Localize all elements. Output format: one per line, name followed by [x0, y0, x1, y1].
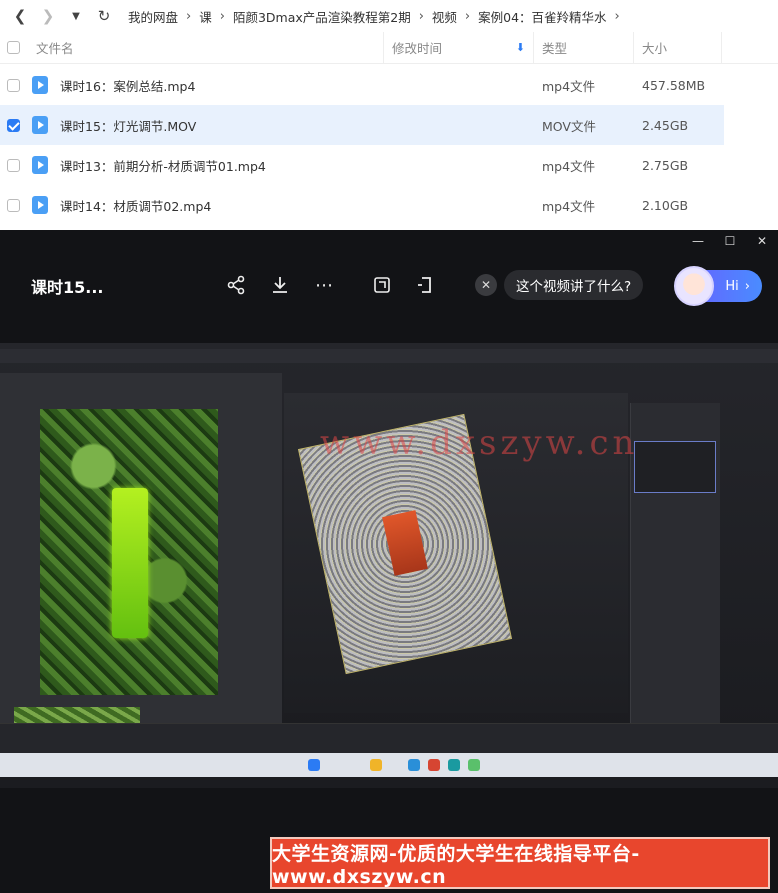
scene-list: [634, 441, 716, 493]
chevron-right-icon[interactable]: ›: [615, 9, 620, 24]
product-bottle: [112, 488, 148, 638]
pip-icon[interactable]: [413, 272, 439, 298]
more-icon[interactable]: ⋯: [311, 272, 337, 298]
sort-down-icon[interactable]: ⬇: [516, 41, 525, 54]
column-label: 大小: [642, 41, 668, 56]
column-header-size[interactable]: 大小: [634, 32, 722, 63]
row-checkbox[interactable]: [7, 78, 20, 92]
column-label: 类型: [542, 41, 568, 56]
row-checkbox[interactable]: [7, 118, 20, 132]
breadcrumb: 我的网盘 › 课 › 陌颜3Dmax产品渲染教程第2期 › 视频 › 案例04：百雀羚精…: [128, 7, 628, 26]
file-name[interactable]: 课时16：案例总结.mp4: [60, 76, 195, 95]
screenshot-icon[interactable]: [369, 272, 395, 298]
file-size: 2.75GB: [642, 157, 689, 173]
file-size: 2.45GB: [642, 117, 689, 133]
table-row[interactable]: 课时13：前期分析-材质调节01.mp4 mp4文件 2.75GB: [0, 145, 724, 185]
breadcrumb-item[interactable]: 课: [199, 7, 212, 26]
file-type: mp4文件: [542, 198, 596, 214]
file-size: 2.10GB: [642, 197, 689, 213]
chevron-right-icon: ›: [464, 8, 471, 24]
player-toolbar: 课时15... ⋯ ✕ 这个视频讲了什么? Hi ›: [0, 260, 778, 310]
breadcrumb-item[interactable]: 陌颜3Dmax产品渲染教程第2期: [233, 7, 411, 26]
app-icon: [448, 759, 460, 771]
hi-label: Hi: [725, 278, 739, 294]
promo-banner: 大学生资源网-优质的大学生在线指导平台-www.dxszyw.cn: [270, 837, 770, 889]
chevron-right-icon: ›: [186, 8, 192, 24]
chevron-right-icon: ›: [418, 8, 424, 24]
ai-ask-prompt[interactable]: 这个视频讲了什么?: [504, 270, 644, 300]
close-ai-icon[interactable]: ✕: [475, 274, 497, 296]
column-header-name[interactable]: 文件名: [0, 32, 384, 63]
back-arrow-icon[interactable]: ❮: [8, 4, 32, 28]
folder-icon: [370, 759, 382, 771]
timeline-bar: [0, 723, 778, 753]
row-checkbox[interactable]: [7, 158, 20, 172]
table-header: 文件名 修改时间 ⬇ 类型 大小: [0, 32, 778, 64]
refresh-icon[interactable]: ↻: [92, 4, 116, 28]
table-row[interactable]: 课时16：案例总结.mp4 mp4文件 457.58MB: [0, 65, 724, 105]
file-type: MOV文件: [542, 118, 596, 134]
chevron-right-icon: ›: [744, 278, 750, 294]
column-header-type[interactable]: 类型: [534, 32, 634, 63]
maximize-icon[interactable]: ☐: [714, 234, 746, 248]
file-name[interactable]: 课时15：灯光调节.MOV: [60, 116, 196, 135]
file-name[interactable]: 课时13：前期分析-材质调节01.mp4: [60, 156, 266, 175]
file-type: mp4文件: [542, 78, 596, 94]
video-file-icon: [32, 116, 48, 134]
table-row[interactable]: 课时14：材质调节02.mp4 mp4文件 2.10GB: [0, 185, 724, 225]
table-row[interactable]: 课时15：灯光调节.MOV MOV文件 2.45GB: [0, 105, 724, 145]
column-label: 文件名: [36, 41, 74, 56]
file-name[interactable]: 课时14：材质调节02.mp4: [60, 196, 211, 215]
watermark-text: www.dxszyw.cn: [320, 423, 639, 463]
windows-icon: [308, 759, 320, 771]
video-title: 课时15...: [31, 278, 104, 297]
download-icon[interactable]: [267, 272, 293, 298]
browser-icon: [408, 759, 420, 771]
breadcrumb-item[interactable]: 视频: [432, 7, 457, 26]
share-icon[interactable]: [223, 272, 249, 298]
nav-bar: ❮ ❯ ▼ ↻ 我的网盘 › 课 › 陌颜3Dmax产品渲染教程第2期 › 视频 › 案…: [0, 0, 778, 32]
row-checkbox[interactable]: [7, 198, 20, 212]
file-size: 457.58MB: [642, 77, 706, 93]
video-content: [0, 343, 778, 777]
forward-arrow-icon[interactable]: ❯: [36, 4, 60, 28]
os-taskbar: [0, 753, 778, 777]
window-controls: — ☐ ✕: [0, 230, 778, 252]
video-content-menubar: [0, 349, 778, 363]
minimize-icon[interactable]: —: [682, 234, 714, 248]
video-player: — ☐ ✕ 课时15... ⋯ ✕ 这个视频讲了什么? Hi › www.dxs…: [0, 230, 778, 893]
assistant-avatar: [674, 266, 714, 306]
ai-assistant-button[interactable]: Hi ›: [674, 266, 762, 306]
breadcrumb-item[interactable]: 我的网盘: [128, 7, 178, 26]
close-icon[interactable]: ✕: [746, 234, 778, 248]
breadcrumb-item[interactable]: 案例04：百雀羚精华水: [478, 7, 606, 26]
history-dropdown-icon[interactable]: ▼: [64, 4, 88, 28]
column-header-time[interactable]: 修改时间 ⬇: [384, 32, 534, 63]
video-file-icon: [32, 156, 48, 174]
app-icon: [468, 759, 480, 771]
video-file-icon: [32, 76, 48, 94]
video-frame[interactable]: www.dxszyw.cn: [0, 343, 778, 788]
column-label: 修改时间: [392, 41, 443, 56]
file-browser: ❮ ❯ ▼ ↻ 我的网盘 › 课 › 陌颜3Dmax产品渲染教程第2期 › 视频 › 案…: [0, 0, 778, 230]
chevron-right-icon: ›: [219, 8, 225, 24]
file-type: mp4文件: [542, 158, 596, 174]
app-icon: [428, 759, 440, 771]
video-file-icon: [32, 196, 48, 214]
